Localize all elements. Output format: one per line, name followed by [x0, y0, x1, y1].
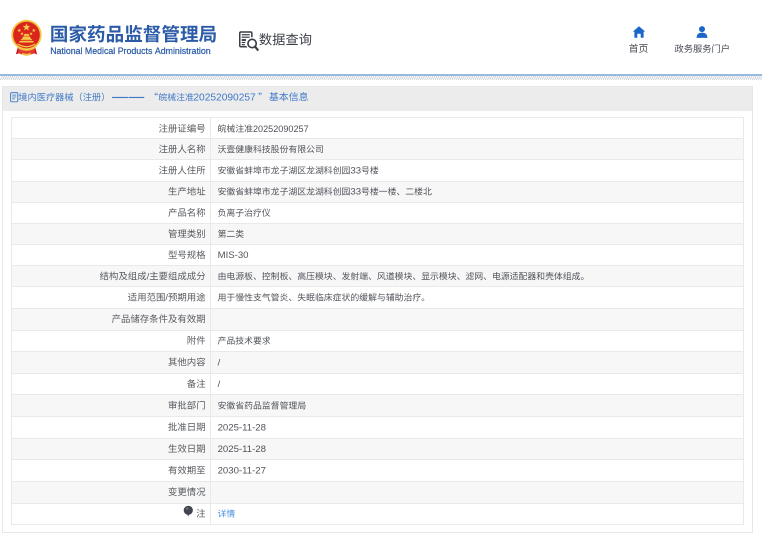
svg-text:Products: Products — [118, 46, 153, 56]
svg-text:Medical: Medical — [85, 46, 115, 56]
svg-text:National: National — [50, 46, 82, 56]
svg-text:Administration: Administration — [155, 46, 211, 56]
